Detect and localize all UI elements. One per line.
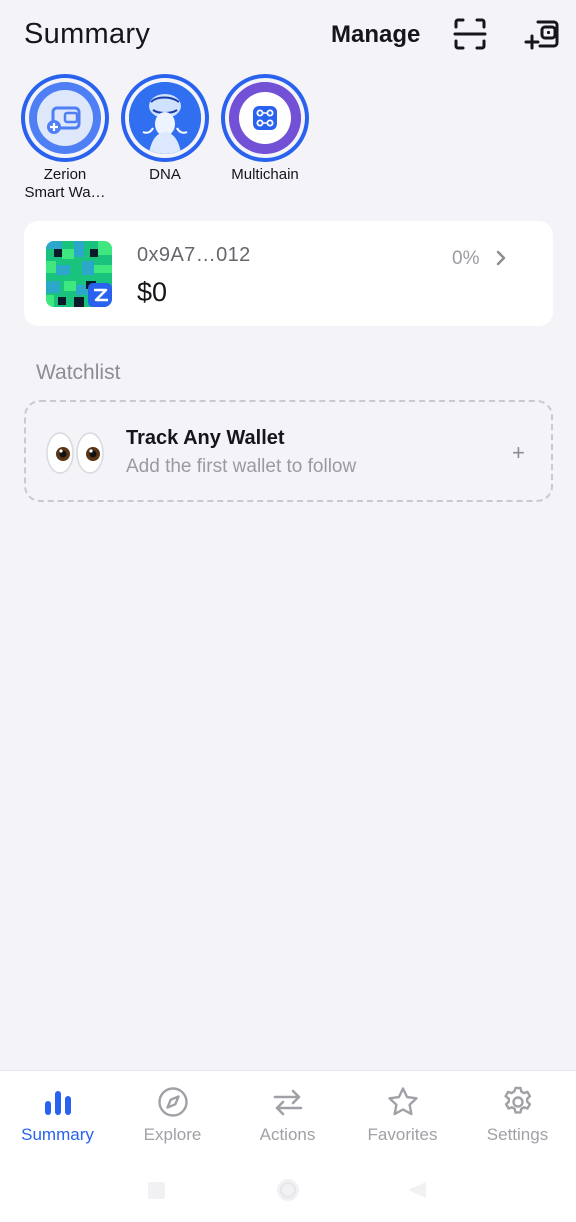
story-label: DNA: [149, 166, 181, 183]
add-wallet-icon[interactable]: [524, 16, 560, 52]
tab-favorites[interactable]: Favorites: [345, 1085, 460, 1145]
manage-button[interactable]: Manage: [331, 21, 420, 49]
tab-label: Actions: [259, 1125, 316, 1144]
dna-figure-image: [129, 82, 201, 154]
smart-wallet-icon: [29, 82, 101, 154]
gear-icon: [503, 1086, 531, 1114]
wallet-change: 0%: [452, 248, 480, 269]
story-ring: [121, 74, 209, 162]
story-label: Multichain: [231, 166, 299, 183]
recents-button[interactable]: [148, 1182, 165, 1199]
tab-label: Favorites: [367, 1125, 438, 1144]
tab-label: Settings: [486, 1125, 549, 1144]
wallet-address: 0x9A7…012: [137, 244, 251, 266]
story-multichain[interactable]: Multichain: [220, 74, 310, 184]
story-zerion-smart-wallet[interactable]: Zerion Smart Wa…: [20, 74, 110, 202]
watchlist-heading: Watchlist: [36, 361, 121, 384]
page-title: Summary: [24, 18, 151, 50]
chevron-right-icon: [496, 250, 506, 266]
wallet-avatar: [46, 241, 112, 307]
story-ring: [221, 74, 309, 162]
tab-settings[interactable]: Settings: [460, 1085, 575, 1145]
wallet-balance: $0: [137, 277, 168, 307]
story-ring: [21, 74, 109, 162]
eyes-icon: [46, 432, 104, 474]
top-bar: Summary Manage: [0, 0, 576, 70]
plus-icon[interactable]: +: [512, 440, 525, 466]
tab-explore[interactable]: Explore: [115, 1085, 230, 1145]
multichain-icon: [229, 82, 301, 154]
story-dna[interactable]: DNA: [120, 74, 210, 184]
scan-qr-icon[interactable]: [452, 16, 488, 52]
track-wallet-subtitle: Add the first wallet to follow: [126, 456, 357, 477]
track-wallet-card[interactable]: Track Any Wallet Add the first wallet to…: [24, 400, 553, 502]
back-button[interactable]: [408, 1182, 426, 1198]
tab-summary[interactable]: Summary: [0, 1085, 115, 1145]
compass-icon: [157, 1087, 188, 1117]
bottom-tab-bar: Summary Explore Actions Favorites Settin…: [0, 1070, 576, 1222]
star-icon: [387, 1087, 418, 1116]
track-wallet-title: Track Any Wallet: [126, 427, 285, 449]
tab-label: Explore: [143, 1125, 202, 1144]
swap-arrows-icon: [273, 1089, 302, 1116]
wallet-card[interactable]: 0x9A7…012 $0 0%: [24, 221, 553, 326]
system-navigation-bar: [148, 1179, 426, 1201]
story-label: Zerion Smart Wa…: [24, 166, 106, 201]
tab-label: Summary: [21, 1125, 94, 1144]
bar-chart-icon: [44, 1091, 71, 1115]
tab-actions[interactable]: Actions: [230, 1085, 345, 1145]
